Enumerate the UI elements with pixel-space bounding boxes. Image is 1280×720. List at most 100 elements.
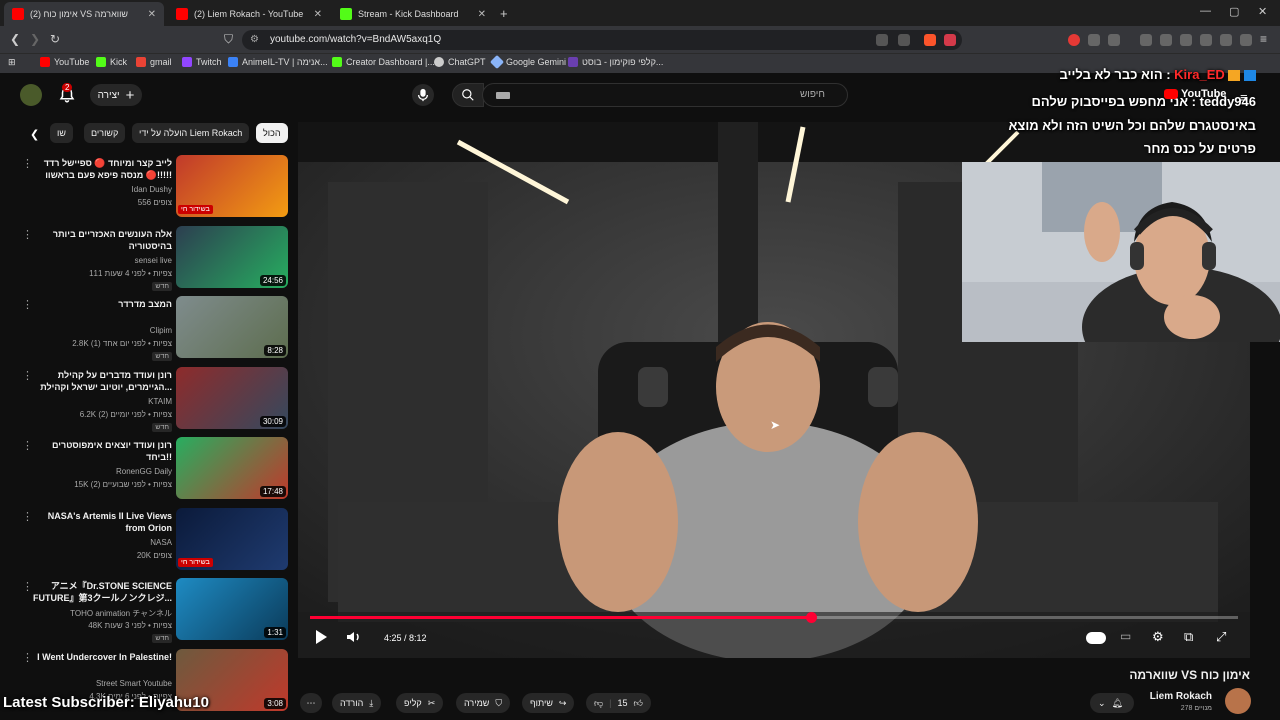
video-thumbnail[interactable]: 30:09	[176, 366, 288, 429]
dislike-icon[interactable]: 👎︎	[594, 698, 603, 709]
share-page-icon[interactable]	[898, 34, 910, 46]
recommendation-item[interactable]: 30:09 רונן ועודד מדברים על קהילת הגיימרים…	[0, 366, 292, 435]
more-options-icon[interactable]: ⋮	[22, 157, 33, 170]
share-button[interactable]: שיתוף ↪	[522, 693, 575, 713]
brave-shield-icon[interactable]	[924, 34, 936, 46]
bookmark-pokemon[interactable]: קלפי פוקימון - בוסט...	[568, 57, 663, 67]
chip-related[interactable]: קשורים	[84, 123, 126, 143]
video-thumbnail[interactable]: בשידור חי	[176, 155, 288, 217]
tab-active[interactable]: (2) אימון כוח VS שווארמה ✕	[4, 2, 164, 26]
avatar[interactable]	[20, 84, 42, 106]
back-icon[interactable]: ❮	[10, 32, 20, 46]
create-button[interactable]: יצירה +	[90, 84, 142, 106]
recommendation-item[interactable]: 1:31 アニメ『Dr.STONE SCIENCE FUTURE』第3クールノンク…	[0, 578, 292, 646]
screenshot-icon[interactable]	[1108, 34, 1120, 46]
channel-name[interactable]: Street Smart Youtube	[32, 679, 172, 688]
download-icon[interactable]	[1140, 34, 1152, 46]
close-tab-icon[interactable]: ✕	[148, 9, 156, 20]
forward-icon[interactable]: ❯	[30, 32, 40, 46]
video-title[interactable]: רונן ועודד יוצאים אימפוסטרים ביחד!!	[32, 439, 172, 463]
close-window-icon[interactable]: ✕	[1258, 5, 1267, 18]
video-title[interactable]: אלה העונשים האכזריים ביותר בהיסטוריה	[32, 228, 172, 252]
play-icon[interactable]	[314, 629, 328, 645]
video-thumbnail[interactable]: 17:48	[176, 437, 288, 499]
volume-icon[interactable]	[346, 629, 362, 645]
channel-name[interactable]: TOHO animation チャンネル	[32, 608, 172, 619]
bookmark-twitch[interactable]: Twitch	[182, 57, 222, 67]
more-options-icon[interactable]: ⋮	[22, 580, 33, 593]
cast-icon[interactable]	[876, 34, 888, 46]
bookmark-gemini[interactable]: Google Gemini	[489, 54, 566, 70]
video-title[interactable]: NASA's Artemis II Live Views from Orion	[32, 510, 172, 534]
menu-icon[interactable]: ≡	[1260, 32, 1267, 46]
like-icon[interactable]: 👍︎	[634, 698, 643, 709]
subtitles-icon[interactable]: ▭	[1120, 629, 1131, 643]
autoplay-toggle[interactable]	[1086, 632, 1106, 644]
search-button[interactable]	[452, 83, 484, 107]
channel-name[interactable]: NASA	[32, 538, 172, 547]
video-thumbnail[interactable]: 1:31	[176, 578, 288, 640]
video-title[interactable]: I Went Undercover In Palestine!	[32, 651, 172, 663]
recommendation-item[interactable]: בשידור חי NASA's Artemis II Live Views fr…	[0, 507, 292, 576]
channel-name[interactable]: sensei live	[32, 256, 172, 265]
save-button[interactable]: שמירה ⛉	[456, 693, 511, 713]
close-tab-icon[interactable]: ✕	[314, 9, 322, 20]
video-title[interactable]: לייב קצר ומיוחד 🔴 ספיישל רדד 🔴 מנסה פיפא…	[32, 157, 172, 181]
media-icon[interactable]	[1160, 34, 1172, 46]
record-extension-icon[interactable]	[1068, 34, 1080, 46]
microphone-icon[interactable]	[412, 84, 434, 106]
recommendation-item[interactable]: בשידור חי לייב קצר ומיוחד 🔴 ספיישל רדד 🔴 …	[0, 155, 292, 223]
chip-uploaded-by[interactable]: הועלה על ידי Liem Rokach	[132, 123, 250, 143]
chip-more[interactable]: שו	[50, 123, 73, 143]
sidebar-icon[interactable]	[1180, 34, 1192, 46]
video-title[interactable]: アニメ『Dr.STONE SCIENCE FUTURE』第3クールノンクレジ..…	[32, 580, 172, 604]
video-title[interactable]: המצב מדרדר	[32, 298, 172, 310]
search-input[interactable]	[482, 83, 848, 107]
close-tab-icon[interactable]: ✕	[478, 9, 486, 20]
keyboard-icon[interactable]	[496, 92, 510, 99]
bookmark-gmail[interactable]: gmail	[136, 57, 172, 67]
video-thumbnail[interactable]: בשידור חי	[176, 507, 288, 570]
subscribed-button[interactable]: ⌄ 🔔︎	[1090, 693, 1134, 713]
more-options-icon[interactable]: ⋮	[22, 298, 33, 311]
reload-icon[interactable]: ↻	[50, 32, 60, 46]
leo-icon[interactable]	[1220, 34, 1232, 46]
tab-kick-dashboard[interactable]: Stream - Kick Dashboard ✕	[332, 2, 494, 26]
fullscreen-icon[interactable]: ⤢	[1216, 629, 1226, 645]
bookmark-kick[interactable]: Kick	[96, 57, 127, 67]
video-thumbnail[interactable]: 24:56	[176, 225, 288, 288]
minimize-icon[interactable]: —	[1200, 5, 1211, 17]
video-thumbnail[interactable]: 8:28	[176, 296, 288, 358]
settings-gear-icon[interactable]: ⚙	[1152, 629, 1164, 645]
recommendation-item[interactable]: 8:28 המצב מדרדר Clipim 2.8K צפיות • לפני יו…	[0, 296, 292, 364]
brave-rewards-icon[interactable]	[944, 34, 956, 46]
vpn-icon[interactable]	[1240, 34, 1252, 46]
extension-icon[interactable]	[1088, 34, 1100, 46]
more-options-icon[interactable]: ⋮	[22, 228, 33, 241]
site-info-icon[interactable]: ⚙	[250, 34, 259, 45]
channel-name[interactable]: Idan Dushy	[32, 185, 172, 194]
bookmark-animeil[interactable]: AnimeIL-TV | אנימה...	[228, 57, 328, 67]
bookmark-icon[interactable]: ⛉	[224, 32, 233, 47]
more-options-icon[interactable]: ⋮	[22, 651, 33, 664]
bookmark-chatgpt[interactable]: ChatGPT	[434, 57, 486, 67]
more-options-icon[interactable]: ⋮	[22, 510, 33, 523]
channel-name[interactable]: KTAIM	[32, 397, 172, 406]
new-tab-icon[interactable]: +	[500, 6, 508, 21]
channel-avatar[interactable]	[1225, 688, 1251, 714]
recommendation-item[interactable]: 17:48 רונן ועודד יוצאים אימפוסטרים ביחד!!…	[0, 437, 292, 505]
recommendation-item[interactable]: 24:56 אלה העונשים האכזריים ביותר בהיסטורי…	[0, 225, 292, 294]
wallet-icon[interactable]	[1200, 34, 1212, 46]
tab-liem-rokach[interactable]: (2) Liem Rokach - YouTube ✕	[168, 2, 330, 26]
maximize-icon[interactable]: ▢	[1229, 5, 1239, 18]
channel-name[interactable]: Clipim	[32, 326, 172, 335]
url-text[interactable]: youtube.com/watch?v=BndAW5axq1Q	[270, 34, 441, 45]
miniplayer-icon[interactable]: ⧉	[1184, 629, 1193, 645]
download-button[interactable]: הורדה ⤓	[332, 693, 382, 713]
more-options-icon[interactable]: ⋮	[22, 439, 33, 452]
channel-name[interactable]: Liem Rokach	[1130, 691, 1212, 702]
hamburger-icon[interactable]: ≡	[1240, 90, 1248, 105]
video-title[interactable]: רונן ועודד מדברים על קהילת הגיימרים, יוט…	[32, 369, 172, 393]
more-actions-button[interactable]: ⋯	[300, 693, 322, 713]
channel-name[interactable]: RonenGG Daily	[32, 467, 172, 476]
